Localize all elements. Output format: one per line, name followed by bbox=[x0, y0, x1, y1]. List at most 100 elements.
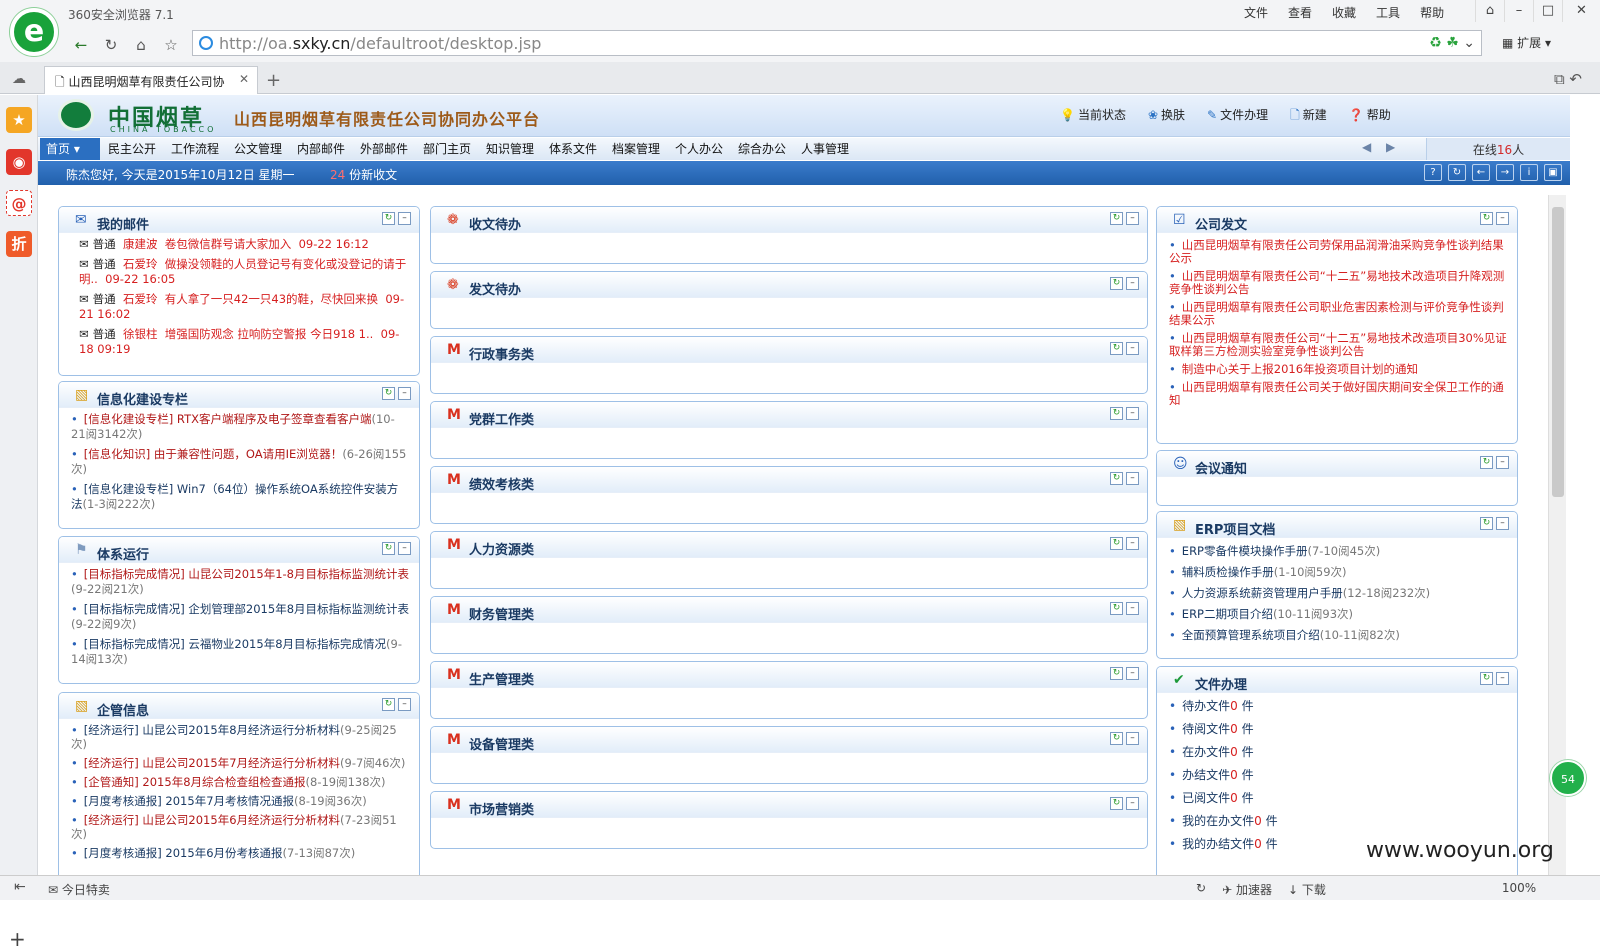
nav-home[interactable]: 首页 ▾ bbox=[40, 138, 100, 160]
forward-icon[interactable]: → bbox=[1496, 164, 1514, 181]
list-item[interactable]: • 山西昆明烟草有限责任公司“十二五”易地技术改造项目30%见证取样第三方检测实验… bbox=[1169, 332, 1507, 358]
panel-minimize-icon[interactable]: – bbox=[1126, 732, 1139, 745]
file-work-item[interactable]: • 已阅文件0 件 bbox=[1169, 791, 1507, 805]
list-item[interactable]: • [经济运行] 山昆公司2015年7月经济运行分析材料(9-7阅46次) bbox=[71, 756, 409, 770]
nav-item[interactable]: 知识管理 bbox=[486, 140, 534, 157]
panel-refresh-icon[interactable]: ↻ bbox=[1110, 732, 1123, 745]
screen-icon[interactable]: ▣ bbox=[1544, 164, 1562, 181]
refresh-icon[interactable]: ↻ bbox=[100, 34, 122, 56]
list-item[interactable]: • 山西昆明烟草有限责任公司职业危害因素检测与评价竞争性谈判结果公示 bbox=[1169, 301, 1507, 327]
back-icon[interactable]: ← bbox=[1472, 164, 1490, 181]
file-work-item[interactable]: • 待办文件0 件 bbox=[1169, 699, 1507, 713]
online-count[interactable]: 在线16人 bbox=[1426, 138, 1570, 160]
email-at-icon[interactable]: @ bbox=[6, 190, 32, 216]
panel-refresh-icon[interactable]: ↻ bbox=[1110, 342, 1123, 355]
info-icon[interactable]: ? bbox=[1424, 164, 1442, 181]
panel-minimize-icon[interactable]: – bbox=[398, 212, 411, 225]
address-tools-icons[interactable]: ♻ ☘ ⌄ bbox=[1429, 35, 1475, 51]
list-item[interactable]: • 山西昆明烟草有限责任公司关于做好国庆期间安全保卫工作的通知 bbox=[1169, 381, 1507, 407]
floating-badge[interactable]: 54 bbox=[1550, 760, 1586, 796]
list-item[interactable]: • 制造中心关于上报2016年投资项目计划的通知 bbox=[1169, 363, 1507, 376]
nav-item[interactable]: 部门主页 bbox=[423, 140, 471, 157]
panel-minimize-icon[interactable]: – bbox=[1126, 602, 1139, 615]
menu-help[interactable]: 帮助 bbox=[1410, 4, 1454, 21]
panel-minimize-icon[interactable]: – bbox=[1126, 537, 1139, 550]
file-work-item[interactable]: • 办结文件0 件 bbox=[1169, 768, 1507, 782]
browser-logo-icon[interactable]: e bbox=[10, 8, 58, 56]
panel-minimize-icon[interactable]: – bbox=[398, 698, 411, 711]
list-item[interactable]: • [信息化建设专栏] Win7（64位）操作系统OA系统控件安装方法(1-3阅2… bbox=[71, 482, 409, 512]
nav-item[interactable]: 工作流程 bbox=[171, 140, 219, 157]
list-item[interactable]: • [经济运行] 山昆公司2015年6月经济运行分析材料(7-23阅51次) bbox=[71, 813, 409, 841]
list-item[interactable]: • [目标指标完成情况] 云福物业2015年8月目标指标完成情况(9-14阅13次… bbox=[71, 637, 409, 667]
weibo-icon[interactable]: ◉ bbox=[6, 149, 32, 175]
current-status-link[interactable]: 💡 当前状态 bbox=[1060, 106, 1126, 127]
panel-refresh-icon[interactable]: ↻ bbox=[1110, 667, 1123, 680]
nav-next-icon[interactable]: ▶ bbox=[1386, 140, 1395, 154]
url-text[interactable]: http://oa.sxky.cn/defaultroot/desktop.js… bbox=[219, 34, 541, 53]
skin-icon[interactable]: ⌂ bbox=[1475, 0, 1504, 22]
list-item[interactable]: • 人力资源系统薪资管理用户手册(12-18阅232次) bbox=[1169, 586, 1507, 600]
skin-link[interactable]: ❀ 换肤 bbox=[1148, 106, 1185, 127]
list-item[interactable]: • 辅料质检操作手册(1-10阅59次) bbox=[1169, 565, 1507, 579]
file-work-item[interactable]: • 在办文件0 件 bbox=[1169, 745, 1507, 759]
tab-tools-icons[interactable]: ⧉ ↶ bbox=[1554, 70, 1582, 88]
address-bar[interactable]: http://oa.sxky.cn/defaultroot/desktop.js… bbox=[192, 30, 1482, 56]
panel-minimize-icon[interactable]: – bbox=[1496, 456, 1509, 469]
sidebar-add-icon[interactable]: + bbox=[9, 927, 26, 951]
panel-minimize-icon[interactable]: – bbox=[1496, 212, 1509, 225]
nav-item[interactable]: 民主公开 bbox=[108, 140, 156, 157]
panel-minimize-icon[interactable]: – bbox=[1126, 407, 1139, 420]
file-handle-link[interactable]: ✎ 文件办理 bbox=[1207, 106, 1268, 127]
menu-tools[interactable]: 工具 bbox=[1366, 4, 1410, 21]
speed-icon[interactable]: ↻ bbox=[1196, 881, 1206, 898]
refresh-icon[interactable]: ↻ bbox=[1448, 164, 1466, 181]
favorites-star-icon[interactable]: ★ bbox=[6, 107, 32, 133]
panel-minimize-icon[interactable]: – bbox=[1126, 472, 1139, 485]
scrollbar-thumb[interactable] bbox=[1552, 207, 1564, 497]
new-tab-icon[interactable]: + bbox=[266, 70, 281, 91]
panel-minimize-icon[interactable]: – bbox=[1126, 342, 1139, 355]
mail-item[interactable]: ✉ 普通 石爱玲 做操没领鞋的人员登记号有变化或没登记的请于明.. 09-22 1… bbox=[71, 257, 409, 287]
today-deal-link[interactable]: ✉ 今日特卖 bbox=[48, 881, 110, 898]
panel-minimize-icon[interactable]: – bbox=[1126, 797, 1139, 810]
list-item[interactable]: • 山西昆明烟草有限责任公司劳保用品润滑油采购竞争性谈判结果公示 bbox=[1169, 239, 1507, 265]
panel-refresh-icon[interactable]: ↻ bbox=[1110, 602, 1123, 615]
nav-item[interactable]: 个人办公 bbox=[675, 140, 723, 157]
nav-item[interactable]: 人事管理 bbox=[801, 140, 849, 157]
panel-refresh-icon[interactable]: ↻ bbox=[382, 698, 395, 711]
home-icon[interactable]: ⌂ bbox=[130, 34, 152, 56]
tab-close-icon[interactable]: ✕ bbox=[239, 72, 249, 86]
panel-refresh-icon[interactable]: ↻ bbox=[382, 212, 395, 225]
list-item[interactable]: • ERP零备件模块操作手册(7-10阅45次) bbox=[1169, 544, 1507, 558]
panel-minimize-icon[interactable]: – bbox=[398, 542, 411, 555]
nav-item[interactable]: 内部邮件 bbox=[297, 140, 345, 157]
panel-refresh-icon[interactable]: ↻ bbox=[1480, 517, 1493, 530]
cloud-icon[interactable]: ☁ bbox=[12, 71, 26, 87]
panel-refresh-icon[interactable]: ↻ bbox=[1110, 472, 1123, 485]
new-docs-link[interactable]: 24 份新收文 bbox=[330, 166, 397, 183]
panel-minimize-icon[interactable]: – bbox=[398, 387, 411, 400]
panel-refresh-icon[interactable]: ↻ bbox=[382, 387, 395, 400]
list-item[interactable]: • [经济运行] 山昆公司2015年8月经济运行分析材料(9-25阅25次) bbox=[71, 723, 409, 751]
panel-minimize-icon[interactable]: – bbox=[1126, 667, 1139, 680]
panel-refresh-icon[interactable]: ↻ bbox=[382, 542, 395, 555]
tab-oa-desktop[interactable]: 🗋 山西昆明烟草有限责任公司协 ✕ bbox=[44, 66, 258, 94]
nav-item[interactable]: 公文管理 bbox=[234, 140, 282, 157]
file-work-item[interactable]: • 待阅文件0 件 bbox=[1169, 722, 1507, 736]
download-button[interactable]: ↓ 下载 bbox=[1288, 881, 1326, 898]
list-item[interactable]: • [月度考核通报] 2015年6月份考核通报(7-13阅87次) bbox=[71, 846, 409, 860]
panel-refresh-icon[interactable]: ↻ bbox=[1110, 537, 1123, 550]
list-item[interactable]: • [信息化知识] 由于兼容性问题，OA请用IE浏览器！(6-26阅155次) bbox=[71, 447, 409, 477]
panel-refresh-icon[interactable]: ↻ bbox=[1110, 797, 1123, 810]
back-icon[interactable]: ← bbox=[70, 34, 92, 56]
panel-minimize-icon[interactable]: – bbox=[1496, 672, 1509, 685]
zoom-level[interactable]: 100% bbox=[1502, 881, 1536, 898]
favorite-star-icon[interactable]: ☆ bbox=[160, 34, 182, 56]
minimize-button[interactable]: – bbox=[1504, 0, 1533, 22]
nav-item[interactable]: 外部邮件 bbox=[360, 140, 408, 157]
panel-minimize-icon[interactable]: – bbox=[1126, 277, 1139, 290]
panel-minimize-icon[interactable]: – bbox=[1496, 517, 1509, 530]
menu-favorites[interactable]: 收藏 bbox=[1322, 4, 1366, 21]
panel-minimize-icon[interactable]: – bbox=[1126, 212, 1139, 225]
